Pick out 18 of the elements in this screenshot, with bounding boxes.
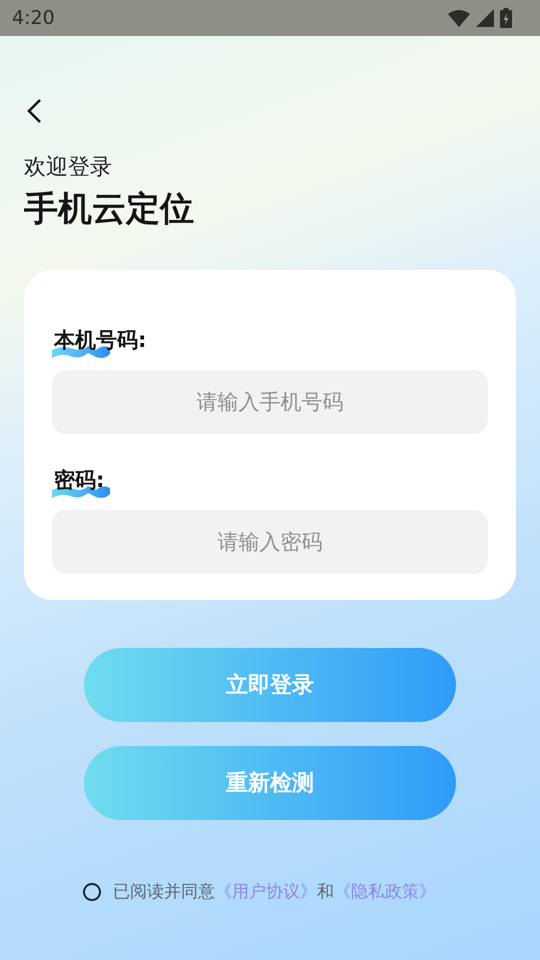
app-title: 手机云定位 xyxy=(24,188,195,231)
agreement-text: 和 xyxy=(317,881,334,903)
agreement-checkbox[interactable] xyxy=(83,882,101,900)
signal-icon xyxy=(476,9,494,27)
field-label: 密码: xyxy=(54,468,104,492)
wifi-icon xyxy=(448,9,470,27)
action-button[interactable]: 重新检测 xyxy=(84,746,456,820)
privacy-policy-link[interactable]: 《隐私政策》 xyxy=(334,880,436,903)
agreement-text: 已阅读并同意 xyxy=(113,881,215,903)
input-field[interactable]: 请输入密码 xyxy=(52,510,488,574)
action-button[interactable]: 立即登录 xyxy=(84,648,456,722)
greeting-text: 欢迎登录 xyxy=(24,154,113,182)
battery-icon xyxy=(500,8,512,28)
input-field[interactable]: 请输入手机号码 xyxy=(52,370,488,434)
status-time: 4:20 xyxy=(12,7,55,29)
field-label: 本机号码: xyxy=(54,328,146,352)
back-icon[interactable] xyxy=(26,98,42,124)
user-agreement-link[interactable]: 《用户协议》 xyxy=(215,880,317,903)
